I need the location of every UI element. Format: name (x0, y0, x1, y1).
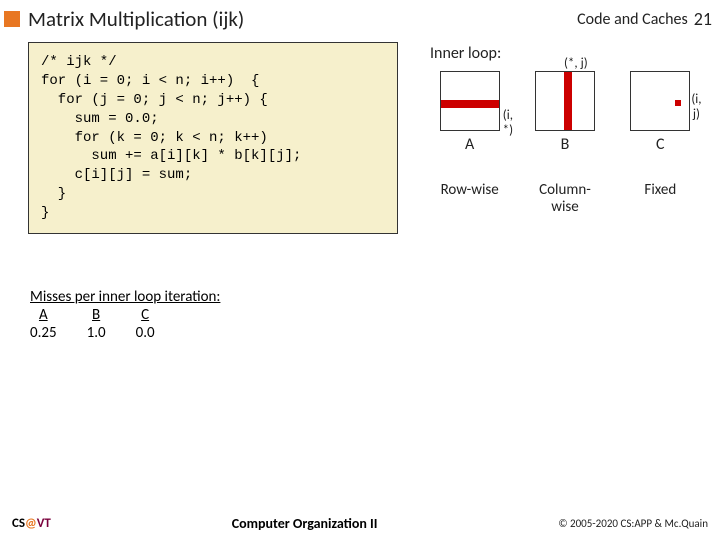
matrix-a-annot: (i, *) (503, 108, 513, 138)
misses-val-c: 0.0 (136, 324, 185, 342)
matrix-a-label: A (430, 135, 509, 154)
matrix-c: (i, j) (630, 71, 690, 131)
misses-col-a: A (30, 306, 87, 324)
footer-course: Computer Organization II (51, 515, 558, 532)
pattern-b: Column- wise (525, 182, 604, 217)
col-highlight-icon (564, 72, 572, 130)
matrix-b: (*, j) (535, 71, 595, 131)
misses-col-b: B (87, 306, 136, 324)
matrix-c-annot: (i, j) (691, 92, 701, 122)
misses-val-a: 0.25 (30, 324, 87, 342)
pattern-a: Row-wise (430, 182, 509, 217)
title-bar: Matrix Multiplication (ijk) Code and Cac… (0, 0, 720, 34)
matrix-a: (i, *) (440, 71, 500, 131)
slide-subtitle: Code and Caches (577, 10, 688, 29)
slide-content: /* ijk */ for (i = 0; i < n; i++) { for … (0, 34, 720, 342)
row-highlight-icon (441, 100, 499, 108)
matrix-a-col: (i, *) A (430, 71, 509, 154)
pattern-c: Fixed (621, 182, 700, 217)
slide-title: Matrix Multiplication (ijk) (28, 6, 577, 32)
footer: CS@VT Computer Organization II © 2005-20… (0, 515, 720, 532)
right-panel: Inner loop: (i, *) A (*, j) B (i, j) (430, 44, 700, 217)
patterns-row: Row-wise Column- wise Fixed (430, 182, 700, 217)
footer-vt: VT (37, 516, 51, 531)
footer-org: CS@VT (12, 516, 51, 531)
dot-highlight-icon (675, 100, 681, 106)
misses-val-b: 1.0 (87, 324, 136, 342)
misses-table: A B C 0.25 1.0 0.0 (30, 306, 185, 342)
matrix-c-col: (i, j) C (621, 71, 700, 154)
misses-heading: Misses per inner loop iteration: (30, 288, 704, 306)
matrix-b-col: (*, j) B (525, 71, 604, 154)
matrix-b-annot: (*, j) (564, 56, 588, 71)
footer-cs: CS (12, 516, 25, 531)
matrix-c-label: C (621, 135, 700, 154)
footer-at: @ (25, 516, 37, 531)
accent-square-icon (4, 11, 20, 27)
matrix-b-label: B (525, 135, 604, 154)
misses-col-c: C (136, 306, 185, 324)
matrix-row: (i, *) A (*, j) B (i, j) C (430, 71, 700, 154)
slide-number: 21 (694, 8, 712, 30)
misses-block: Misses per inner loop iteration: A B C 0… (30, 288, 704, 342)
code-box: /* ijk */ for (i = 0; i < n; i++) { for … (28, 42, 398, 234)
footer-copyright: © 2005-2020 CS:APP & Mc.Quain (558, 517, 708, 530)
